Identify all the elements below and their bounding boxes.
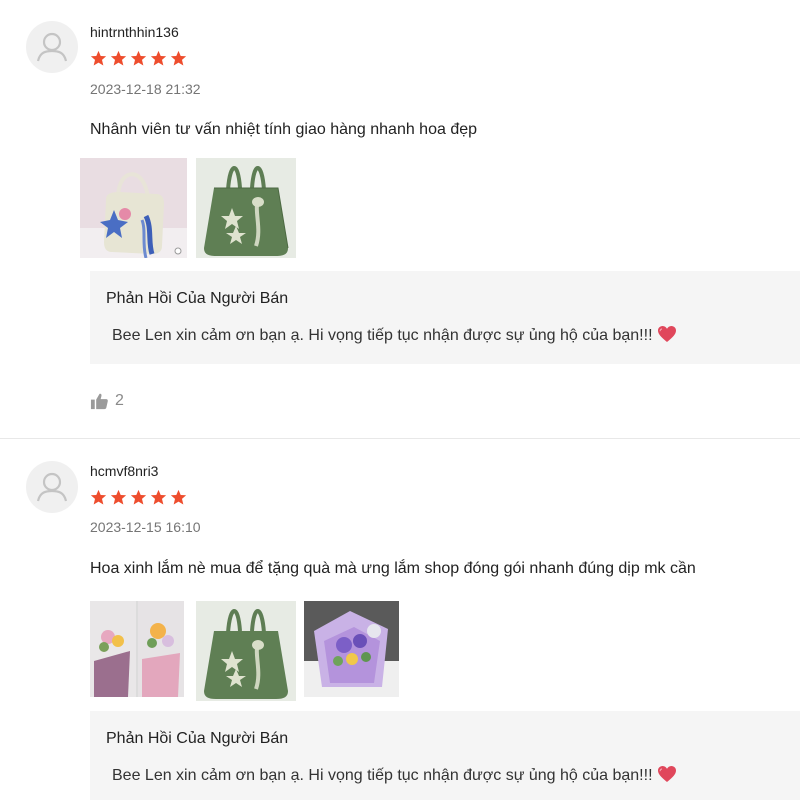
user-placeholder-icon <box>36 32 68 62</box>
heart-icon <box>657 766 676 782</box>
avatar[interactable] <box>26 21 78 73</box>
like-button[interactable]: 2 <box>90 391 124 411</box>
flower-bouquet-purple-photo[interactable] <box>304 601 399 697</box>
star-icon <box>150 50 167 66</box>
review-date: 2023-12-18 21:32 <box>90 81 201 97</box>
reviewer-username[interactable]: hintrnthhin136 <box>90 24 179 40</box>
review-item: hcmvf8nri3 2023-12-15 16:10 Hoa xinh lắm… <box>0 439 800 800</box>
review-comment: Hoa xinh lắm nè mua để tặng quà mà ưng l… <box>90 560 696 577</box>
thumbs-up-icon <box>90 393 108 409</box>
star-icon <box>150 489 167 505</box>
star-icon <box>130 489 147 505</box>
seller-reply-title: Phản Hồi Của Người Bán <box>106 730 289 747</box>
reviewer-username[interactable]: hcmvf8nri3 <box>90 463 158 479</box>
rating-stars <box>90 489 187 507</box>
review-item: hintrnthhin136 2023-12-18 21:32 Nhânh vi… <box>0 0 800 439</box>
seller-reply-text-row: Bee Len xin cảm ơn bạn ạ. Hi vọng tiếp t… <box>112 765 677 785</box>
star-icon <box>130 50 147 66</box>
seller-reply-text-row: Bee Len xin cảm ơn bạn ạ. Hi vọng tiếp t… <box>112 325 677 345</box>
crochet-bag-pink-photo[interactable] <box>80 158 187 258</box>
avatar[interactable] <box>26 461 78 513</box>
crochet-bag-green-photo[interactable] <box>196 601 296 701</box>
seller-reply-title: Phản Hồi Của Người Bán <box>106 290 289 307</box>
star-icon <box>170 489 187 505</box>
rating-stars <box>90 50 187 68</box>
flower-bouquet-photo[interactable] <box>90 601 184 697</box>
like-count: 2 <box>115 392 124 409</box>
heart-icon <box>657 326 676 342</box>
user-placeholder-icon <box>36 472 68 502</box>
star-icon <box>110 50 127 66</box>
star-icon <box>90 50 107 66</box>
seller-reply: Phản Hồi Của Người Bán Bee Len xin cảm ơ… <box>90 271 800 364</box>
seller-reply-text: Bee Len xin cảm ơn bạn ạ. Hi vọng tiếp t… <box>112 327 653 344</box>
crochet-bag-green-photo[interactable] <box>196 158 296 258</box>
star-icon <box>110 489 127 505</box>
seller-reply-text: Bee Len xin cảm ơn bạn ạ. Hi vọng tiếp t… <box>112 767 653 784</box>
seller-reply: Phản Hồi Của Người Bán Bee Len xin cảm ơ… <box>90 711 800 800</box>
star-icon <box>90 489 107 505</box>
review-date: 2023-12-15 16:10 <box>90 519 201 535</box>
star-icon <box>170 50 187 66</box>
review-comment: Nhânh viên tư vấn nhiệt tính giao hàng n… <box>90 121 478 138</box>
